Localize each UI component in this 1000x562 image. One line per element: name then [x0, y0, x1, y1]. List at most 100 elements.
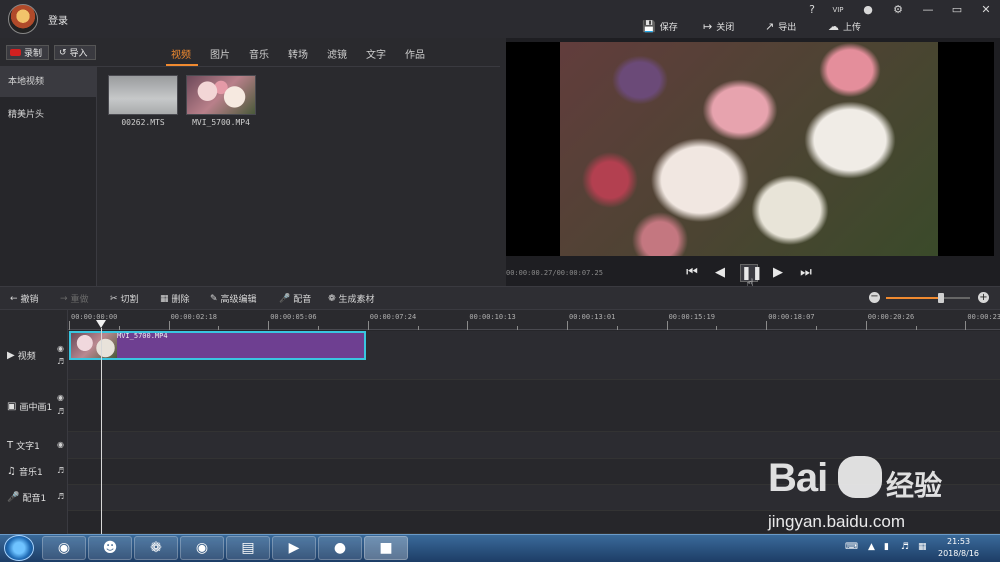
ruler-tick [766, 321, 768, 330]
media-thumbnail[interactable] [108, 75, 178, 115]
tab-music[interactable]: 音乐 [249, 46, 269, 61]
help-icon[interactable]: ? [804, 3, 820, 17]
mic-icon: 🎤 [7, 492, 20, 503]
playhead-handle[interactable] [96, 320, 106, 328]
taskbar-app-video-editor-icon[interactable]: ■ [364, 536, 408, 560]
ruler-tick [567, 321, 568, 330]
tab-transition[interactable]: 转场 [288, 46, 308, 61]
redo-label: 重做 [70, 295, 89, 305]
tab-text[interactable]: 文字 [366, 46, 386, 61]
speaker-icon[interactable]: ♬ [57, 466, 64, 475]
voiceover-button[interactable]: 🎤 配音 [279, 292, 311, 306]
speaker-icon[interactable]: ♬ [57, 357, 64, 366]
generate-material-button[interactable]: ❁ 生成素材 [328, 292, 375, 306]
taskbar-app-media-icon[interactable]: ❁ [134, 536, 178, 560]
taskbar-app-qq-icon[interactable]: ☻ [88, 536, 132, 560]
record-button[interactable]: 录制 [6, 45, 49, 60]
step-forward-button[interactable]: ▶ [769, 264, 787, 282]
track-label-text: 音乐1 [18, 468, 43, 478]
taskbar-app-editor-icon[interactable]: ▶ [272, 536, 316, 560]
clip-thumbnail [71, 333, 117, 358]
import-button[interactable]: ↺ 导入 [54, 45, 96, 60]
exit-button[interactable]: ↦ 关闭 [703, 19, 734, 33]
taskbar-app-folder-icon[interactable]: ▤ [226, 536, 270, 560]
mic-icon: 🎤 [279, 293, 291, 304]
clock-time[interactable]: 21:53 [947, 537, 970, 546]
redo-icon: → [60, 293, 68, 304]
exit-icon: ↦ [703, 19, 713, 33]
tab-filter[interactable]: 滤镜 [327, 46, 347, 61]
record-icon [10, 49, 21, 56]
ruler-tick [367, 321, 369, 330]
ruler-tick-label: 00:00:23: [967, 313, 1000, 321]
zoom-in-button[interactable]: + [978, 292, 989, 303]
active-tab-indicator [166, 64, 198, 66]
baidu-watermark-cn: 经验 [886, 469, 943, 502]
close-icon[interactable]: ✕ [978, 3, 994, 17]
bell-icon[interactable]: ● [860, 3, 876, 17]
ruler-tick-label: 00:00:13:01 [569, 313, 616, 321]
ruler-minor-tick [816, 326, 817, 330]
usb-tray-icon[interactable]: ▮ [884, 542, 889, 552]
track-label-text-track: T 文字1 [7, 439, 40, 452]
ruler-minor-tick [616, 326, 618, 330]
gear-icon[interactable]: ⚙ [890, 3, 906, 17]
generate-material-label: 生成素材 [338, 295, 375, 305]
sidebar-item-local-video[interactable]: 本地视频 [0, 67, 97, 97]
pencil-icon: ✎ [210, 293, 218, 304]
tab-video[interactable]: 视频 [171, 46, 191, 61]
eye-icon[interactable]: ◉ [57, 440, 64, 449]
skip-end-button[interactable]: ⏭ [797, 264, 815, 282]
zoom-slider-handle[interactable] [937, 293, 944, 303]
clock-date[interactable]: 2018/8/16 [938, 549, 979, 558]
baidu-paw-icon [838, 456, 882, 498]
eye-icon[interactable]: ◉ [57, 393, 64, 402]
media-file-name: 00262.MTS [121, 118, 165, 127]
import-icon: ↺ [59, 47, 67, 58]
redo-button[interactable]: → 重做 [60, 292, 89, 306]
taskbar-app-recorder-icon[interactable]: ● [318, 536, 362, 560]
speaker-icon[interactable]: ♬ [57, 492, 64, 501]
volume-tray-icon[interactable]: ♬ [901, 542, 909, 552]
undo-button[interactable]: ← 撤销 [10, 292, 39, 306]
tab-works[interactable]: 作品 [405, 46, 425, 61]
restore-icon[interactable]: ▭ [949, 3, 965, 17]
track-lane-pip[interactable] [68, 380, 1000, 432]
vip-icon[interactable]: VIP [830, 3, 846, 17]
scissors-icon: ✂ [110, 293, 118, 304]
export-icon: ↗ [765, 19, 775, 33]
exit-label: 关闭 [716, 22, 735, 33]
cut-button[interactable]: ✂ 切割 [110, 292, 139, 306]
track-label-music: ♫ 音乐1 [7, 465, 43, 478]
start-button[interactable] [4, 535, 34, 561]
sidebar-item-intros[interactable]: 精美片头 [0, 100, 97, 130]
step-back-button[interactable]: ◀ [711, 264, 729, 282]
trash-icon: ▦ [160, 293, 169, 304]
eye-icon[interactable]: ◉ [57, 344, 64, 353]
network-tray-icon[interactable]: ▦ [918, 542, 927, 552]
delete-label: 删除 [171, 295, 190, 305]
keyboard-tray-icon[interactable]: ⌨ [845, 542, 858, 552]
taskbar-app-360-icon[interactable]: ◉ [42, 536, 86, 560]
login-link[interactable]: 登录 [48, 12, 68, 27]
media-thumbnail[interactable] [186, 75, 256, 115]
ruler-minor-tick [716, 326, 718, 330]
speaker-icon[interactable]: ♬ [57, 407, 64, 416]
track-lane-text[interactable] [68, 432, 1000, 459]
export-button[interactable]: ↗ 导出 [765, 19, 796, 33]
skip-start-button[interactable]: ⏮ [683, 264, 701, 282]
tray-expand-icon[interactable]: ▲ [868, 542, 875, 552]
avatar[interactable] [8, 4, 38, 34]
zoom-out-button[interactable]: − [869, 292, 880, 303]
tab-image[interactable]: 图片 [210, 46, 230, 61]
record-label: 录制 [24, 49, 43, 59]
upload-button[interactable]: ☁ 上传 [828, 19, 861, 33]
delete-button[interactable]: ▦ 删除 [160, 292, 190, 306]
advanced-edit-button[interactable]: ✎ 高级编辑 [210, 292, 257, 306]
undo-label: 撤销 [20, 295, 39, 305]
save-button[interactable]: 💾 保存 [642, 19, 678, 33]
ruler-tick-label: 00:00:20:26 [867, 313, 915, 321]
minimize-icon[interactable]: — [920, 3, 936, 17]
taskbar-app-firefox-icon[interactable]: ◉ [180, 536, 224, 560]
pip-icon: ▣ [7, 401, 17, 412]
